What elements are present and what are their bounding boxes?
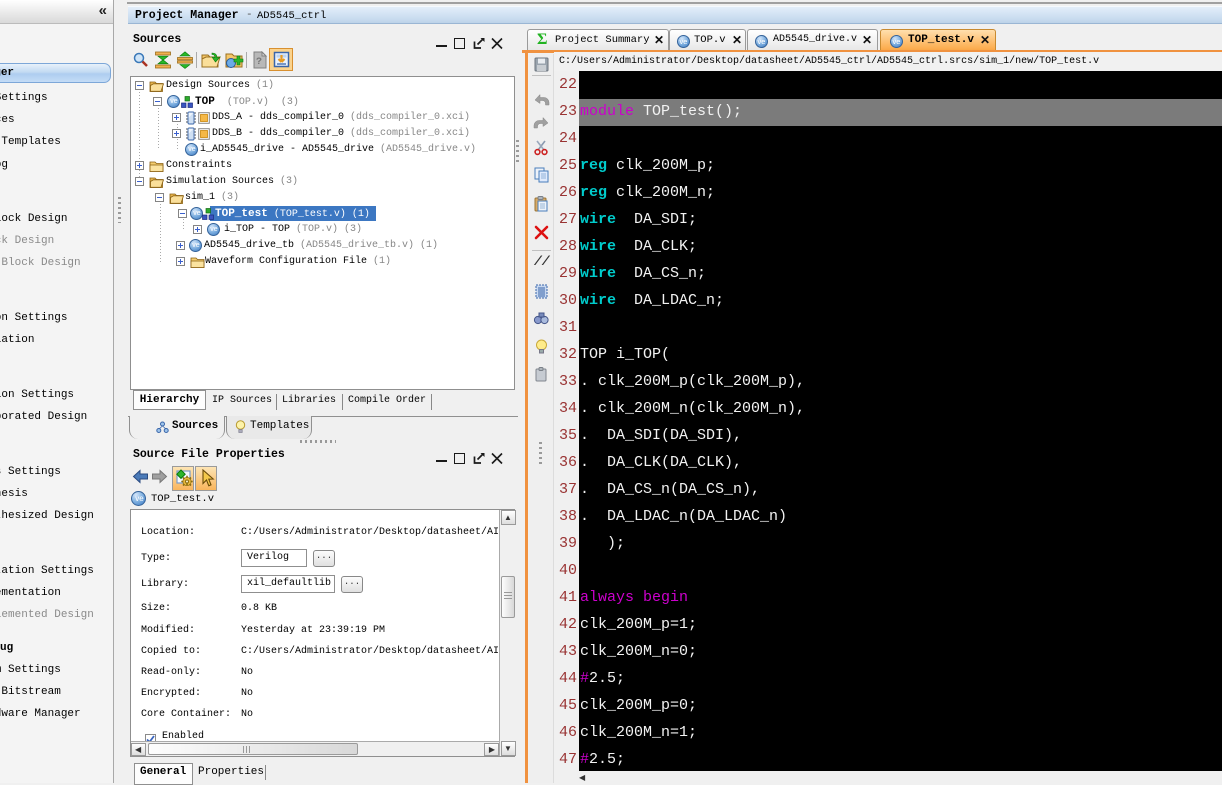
svg-text:?: ? (256, 57, 262, 68)
